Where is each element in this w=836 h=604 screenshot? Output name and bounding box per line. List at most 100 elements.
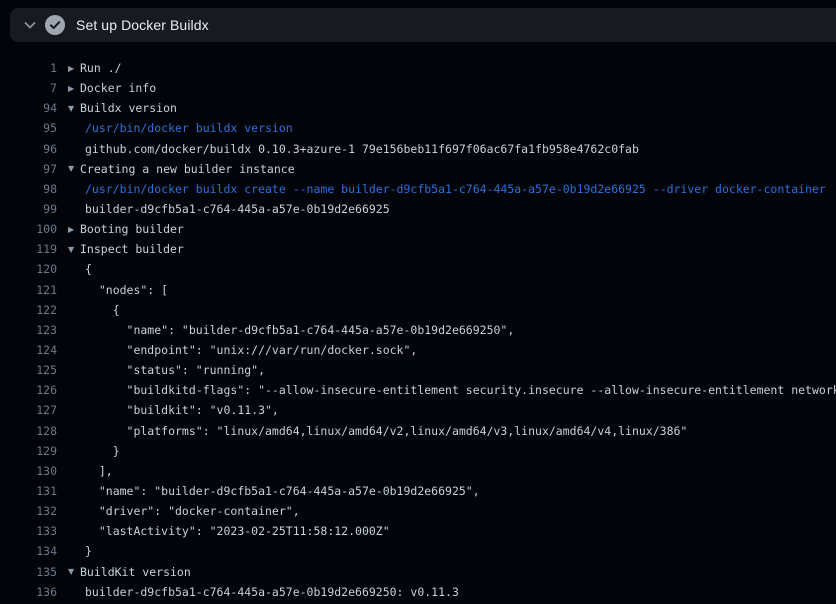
log-output-text: ],: [85, 464, 113, 478]
log-row: 136 builder-d9cfb5a1-c764-445a-a57e-0b19d…: [0, 582, 836, 602]
log-group-toggle[interactable]: ▶Run ./: [68, 61, 122, 75]
triangle-down-icon: ▼: [68, 164, 80, 173]
log-output-text: github.com/docker/buildx 0.10.3+azure-1 …: [85, 142, 639, 156]
log-row: 96 github.com/docker/buildx 0.10.3+azure-…: [0, 139, 836, 159]
log-line-number[interactable]: 94: [0, 101, 57, 115]
log-line-number[interactable]: 131: [0, 484, 57, 498]
log-line-number[interactable]: 1: [0, 61, 57, 75]
log-row: 7 ▶Docker info: [0, 78, 836, 98]
log-row: 120 {: [0, 259, 836, 279]
log-viewer: Set up Docker Buildx 1▶Run ./7▶Docker in…: [0, 0, 836, 604]
log-row: 132 "driver": "docker-container",: [0, 501, 836, 521]
triangle-right-icon: ▶: [68, 84, 80, 93]
log-line-number[interactable]: 125: [0, 363, 57, 377]
log-row: 122 {: [0, 300, 836, 320]
log-row: 98/usr/bin/docker buildx create --name b…: [0, 179, 836, 199]
log-row: 99 builder-d9cfb5a1-c764-445a-a57e-0b19d2…: [0, 199, 836, 219]
log-row: 130 ],: [0, 461, 836, 481]
log-line-number[interactable]: 122: [0, 303, 57, 317]
log-row: 97 ▼Creating a new builder instance: [0, 159, 836, 179]
log-row: 134}: [0, 541, 836, 561]
check-circle-icon: [45, 15, 65, 35]
log-output-text: "name": "builder-d9cfb5a1-c764-445a-a57e…: [85, 323, 514, 337]
log-row: 126 "buildkitd-flags": "--allow-insecure…: [0, 380, 836, 400]
chevron-down-icon[interactable]: [22, 17, 38, 33]
log-line-number[interactable]: 119: [0, 242, 57, 256]
log-output-text: builder-d9cfb5a1-c764-445a-a57e-0b19d2e6…: [85, 585, 459, 599]
log-line-number[interactable]: 100: [0, 222, 57, 236]
log-line-number[interactable]: 7: [0, 81, 57, 95]
log-line-number[interactable]: 132: [0, 504, 57, 518]
log-output-text: "driver": "docker-container",: [85, 504, 300, 518]
log-output-text: {: [85, 262, 92, 276]
log-line-number[interactable]: 136: [0, 585, 57, 599]
triangle-down-icon: ▼: [68, 567, 80, 576]
log-group-title: Booting builder: [80, 222, 184, 236]
log-row: 100 ▶Booting builder: [0, 219, 836, 239]
log-lines: 1▶Run ./7▶Docker info94▼Buildx version95…: [0, 58, 836, 602]
log-row: 123 "name": "builder-d9cfb5a1-c764-445a-…: [0, 320, 836, 340]
triangle-right-icon: ▶: [68, 225, 80, 234]
log-line-number[interactable]: 99: [0, 202, 57, 216]
log-output-text: builder-d9cfb5a1-c764-445a-a57e-0b19d2e6…: [85, 202, 390, 216]
log-row: 1 ▶Run ./: [0, 58, 836, 78]
log-row: 128 "platforms": "linux/amd64,linux/amd6…: [0, 421, 836, 441]
triangle-right-icon: ▶: [68, 64, 80, 73]
log-line-number[interactable]: 98: [0, 182, 57, 196]
step-header[interactable]: Set up Docker Buildx: [10, 8, 836, 42]
log-line-number[interactable]: 133: [0, 524, 57, 538]
log-output-text: {: [85, 303, 120, 317]
log-row: 135 ▼BuildKit version: [0, 562, 836, 582]
log-line-number[interactable]: 121: [0, 283, 57, 297]
log-group-toggle[interactable]: ▼Buildx version: [68, 101, 177, 115]
log-row: 129 }: [0, 441, 836, 461]
log-group-toggle[interactable]: ▼Creating a new builder instance: [68, 162, 295, 176]
log-command-text: /usr/bin/docker buildx create --name bui…: [85, 182, 826, 196]
log-line-number[interactable]: 96: [0, 142, 57, 156]
log-group-toggle[interactable]: ▶Docker info: [68, 81, 156, 95]
log-row: 121 "nodes": [: [0, 280, 836, 300]
log-line-number[interactable]: 127: [0, 403, 57, 417]
log-line-number[interactable]: 130: [0, 464, 57, 478]
triangle-down-icon: ▼: [68, 104, 80, 113]
triangle-down-icon: ▼: [68, 245, 80, 254]
log-group-title: Run ./: [80, 61, 122, 75]
log-output-text: "buildkit": "v0.11.3",: [85, 403, 279, 417]
log-row: 94 ▼Buildx version: [0, 98, 836, 118]
log-line-number[interactable]: 129: [0, 444, 57, 458]
log-output-text: "endpoint": "unix:///var/run/docker.sock…: [85, 343, 417, 357]
log-group-title: BuildKit version: [80, 565, 191, 579]
log-line-number[interactable]: 135: [0, 565, 57, 579]
log-output-text: "platforms": "linux/amd64,linux/amd64/v2…: [85, 424, 687, 438]
log-line-number[interactable]: 134: [0, 544, 57, 558]
log-output-text: "nodes": [: [85, 283, 168, 297]
log-group-title: Creating a new builder instance: [80, 162, 295, 176]
log-group-toggle[interactable]: ▼BuildKit version: [68, 565, 191, 579]
log-line-number[interactable]: 123: [0, 323, 57, 337]
log-output-text: "status": "running",: [85, 363, 265, 377]
log-output-text: }: [85, 444, 120, 458]
log-line-number[interactable]: 97: [0, 162, 57, 176]
log-output-text: "name": "builder-d9cfb5a1-c764-445a-a57e…: [85, 484, 480, 498]
log-output-text: "buildkitd-flags": "--allow-insecure-ent…: [85, 383, 836, 397]
log-line-number[interactable]: 128: [0, 424, 57, 438]
step-title: Set up Docker Buildx: [76, 17, 209, 33]
log-output-text: }: [85, 544, 92, 558]
log-command-text: /usr/bin/docker buildx version: [85, 121, 293, 135]
log-group-toggle[interactable]: ▼Inspect builder: [68, 242, 184, 256]
log-line-number[interactable]: 124: [0, 343, 57, 357]
log-row: 95/usr/bin/docker buildx version: [0, 118, 836, 138]
log-row: 124 "endpoint": "unix:///var/run/docker.…: [0, 340, 836, 360]
log-line-number[interactable]: 120: [0, 262, 57, 276]
log-row: 119 ▼Inspect builder: [0, 239, 836, 259]
log-line-number[interactable]: 126: [0, 383, 57, 397]
log-row: 125 "status": "running",: [0, 360, 836, 380]
log-line-number[interactable]: 95: [0, 121, 57, 135]
log-group-toggle[interactable]: ▶Booting builder: [68, 222, 184, 236]
log-row: 127 "buildkit": "v0.11.3",: [0, 400, 836, 420]
log-output-text: "lastActivity": "2023-02-25T11:58:12.000…: [85, 524, 390, 538]
log-group-title: Inspect builder: [80, 242, 184, 256]
log-row: 131 "name": "builder-d9cfb5a1-c764-445a-…: [0, 481, 836, 501]
log-row: 133 "lastActivity": "2023-02-25T11:58:12…: [0, 521, 836, 541]
log-group-title: Docker info: [80, 81, 156, 95]
